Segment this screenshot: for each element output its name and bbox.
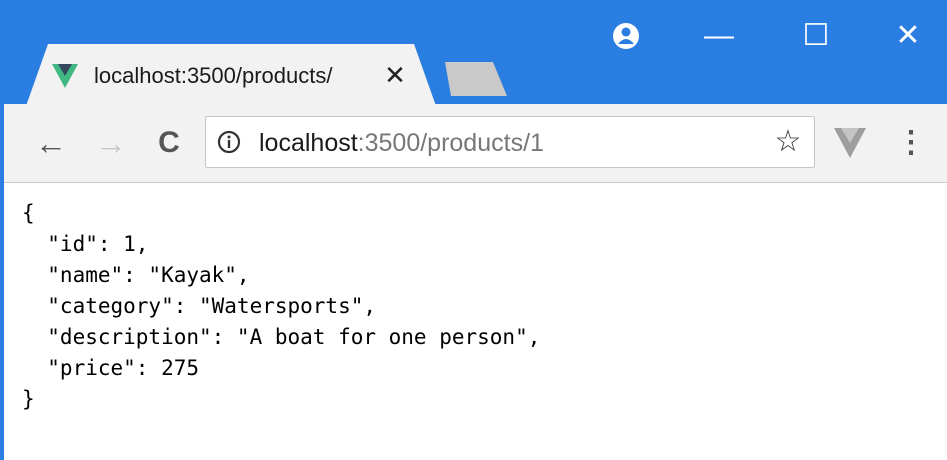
url-text[interactable]: localhost:3500/products/1 xyxy=(259,126,759,160)
close-window-button[interactable]: ✕ xyxy=(886,16,930,56)
forward-button[interactable]: → xyxy=(90,122,132,164)
info-icon[interactable] xyxy=(217,130,241,154)
reload-button[interactable]: C xyxy=(148,122,190,164)
vue-devtools-icon[interactable] xyxy=(834,128,866,158)
bookmark-star-icon[interactable]: ☆ xyxy=(772,126,804,158)
tab-close-button[interactable]: ✕ xyxy=(380,60,410,90)
maximize-button[interactable]: ☐ xyxy=(794,16,838,56)
window-border xyxy=(0,104,4,460)
minimize-button[interactable]: — xyxy=(697,16,741,56)
back-button[interactable]: ← xyxy=(30,122,72,164)
vue-logo-icon xyxy=(52,64,78,88)
profile-icon[interactable] xyxy=(604,16,648,56)
menu-icon[interactable]: ⋮ xyxy=(896,122,926,164)
json-response: { "id": 1, "name": "Kayak", "category": … xyxy=(22,201,541,411)
browser-window: localhost:3500/products/ ✕ — ☐ ✕ ← → C l… xyxy=(0,0,947,460)
url-path: :3500/products/1 xyxy=(357,129,544,157)
url-host: localhost xyxy=(259,129,358,157)
tab-title: localhost:3500/products/ xyxy=(94,63,333,88)
